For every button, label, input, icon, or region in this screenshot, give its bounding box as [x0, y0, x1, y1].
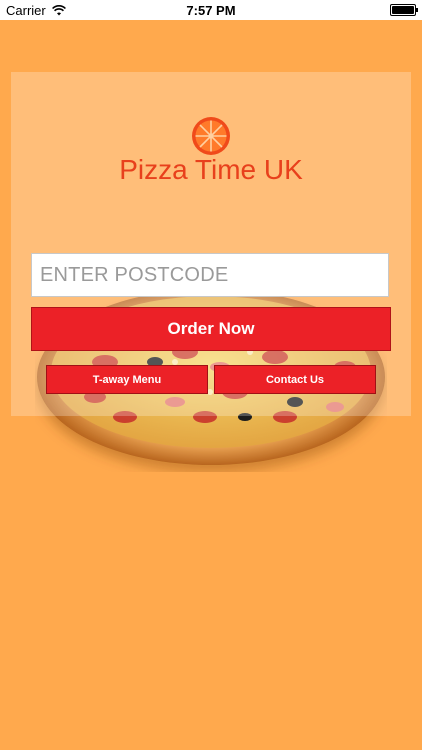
clock: 7:57 PM	[186, 3, 236, 18]
battery-icon	[390, 4, 418, 16]
takeaway-menu-button[interactable]: T-away Menu	[46, 365, 208, 394]
postcode-input[interactable]	[31, 253, 389, 297]
brand-title: Pizza Time UK	[119, 154, 303, 185]
orange-slice-logo-icon	[192, 117, 230, 155]
order-now-button[interactable]: Order Now	[31, 307, 391, 351]
status-bar: Carrier 7:57 PM	[0, 0, 422, 20]
contact-us-button[interactable]: Contact Us	[214, 365, 376, 394]
